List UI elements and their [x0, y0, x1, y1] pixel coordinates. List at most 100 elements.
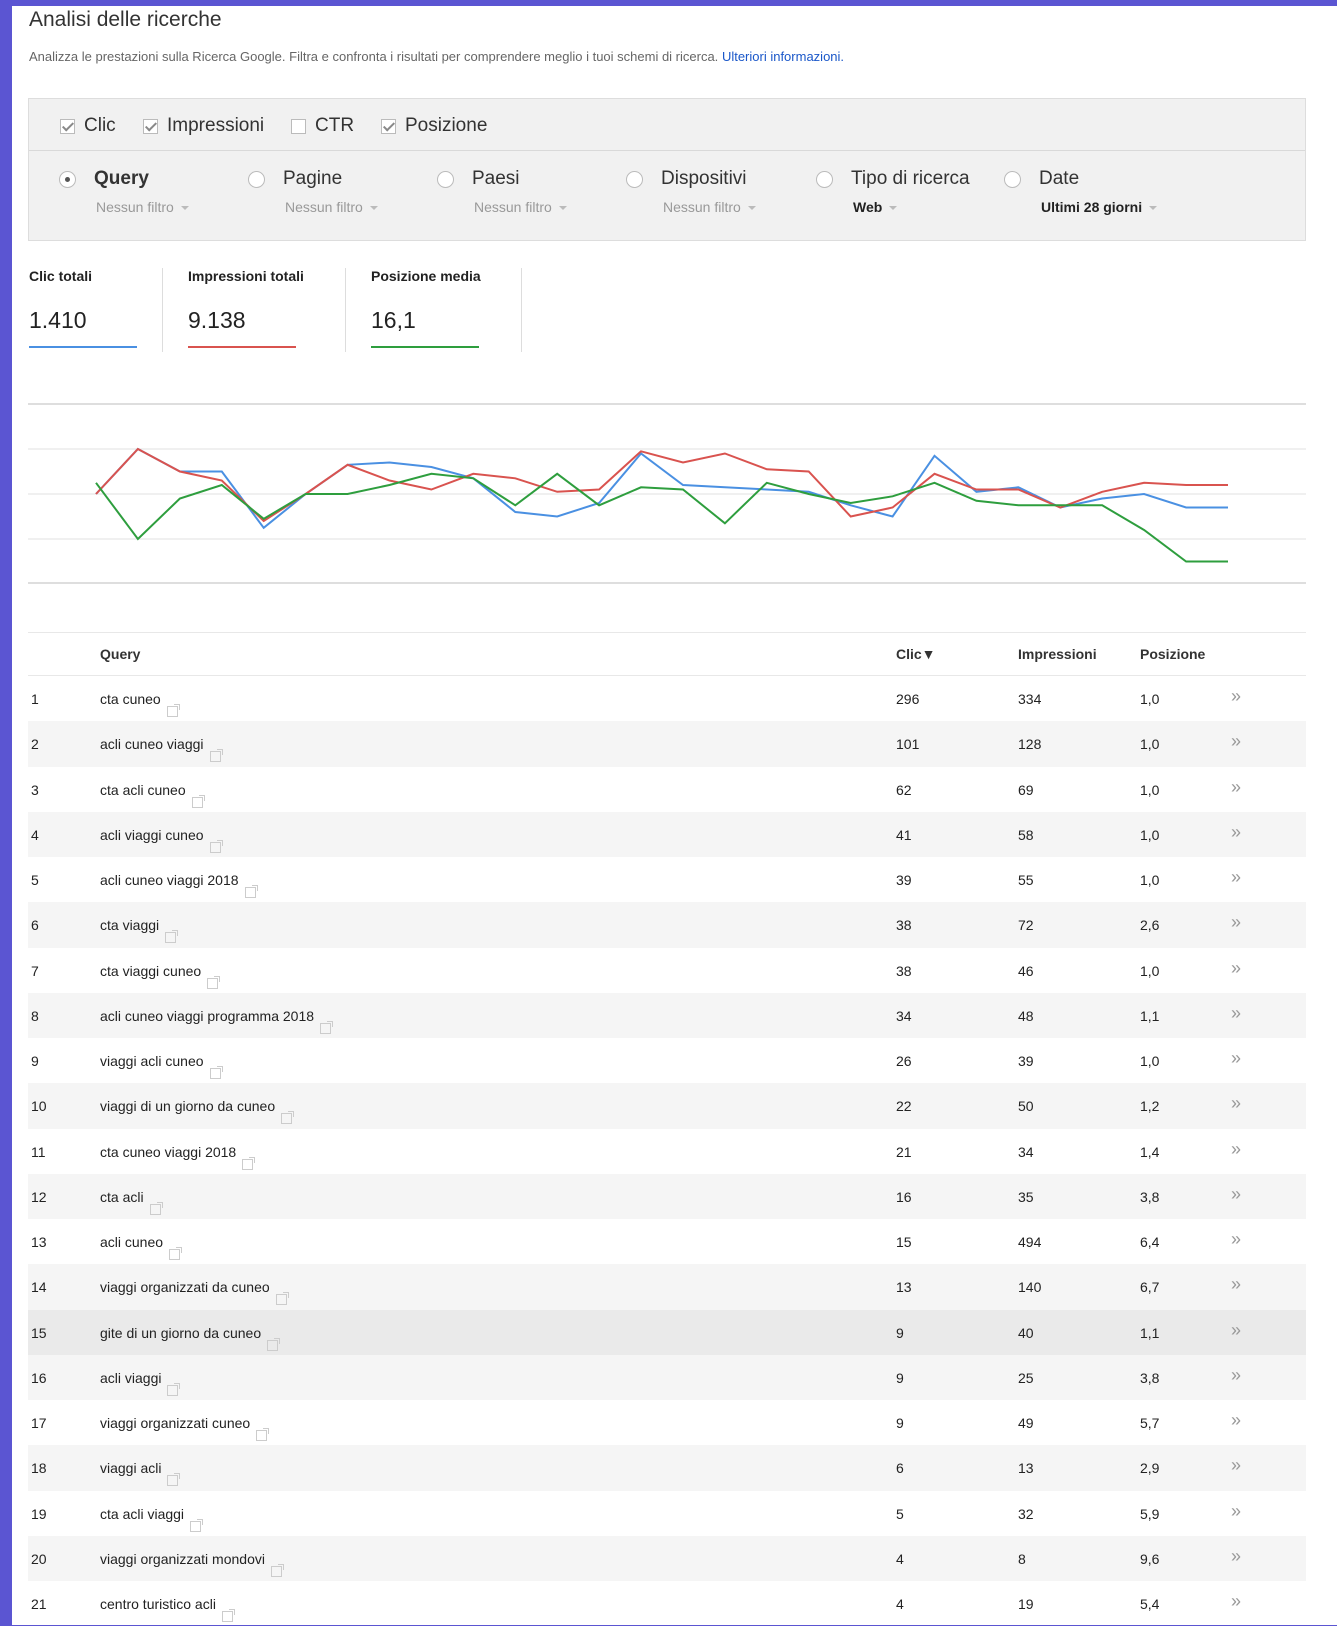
open-external-icon[interactable] — [221, 1609, 235, 1622]
header-impressions[interactable]: Impressioni — [1018, 646, 1097, 662]
table-row[interactable]: 16 acli viaggi 9 25 3,8 » — [28, 1354, 1306, 1400]
dimension-dates[interactable]: Date Ultimi 28 giorni — [1004, 168, 1158, 215]
double-chevron-right-icon[interactable]: » — [1231, 1455, 1241, 1476]
chart-series-line-1[interactable] — [95, 447, 1228, 523]
open-external-icon[interactable] — [320, 1020, 334, 1034]
double-chevron-right-icon[interactable]: » — [1231, 1501, 1241, 1522]
average-position-card[interactable]: Posizione media 16,1 — [371, 268, 481, 348]
double-chevron-right-icon[interactable]: » — [1231, 1365, 1241, 1386]
table-row[interactable]: 18 viaggi acli 6 13 2,9 » — [28, 1445, 1306, 1491]
table-row[interactable]: 8 acli cuneo viaggi programma 2018 34 48 1,1… — [28, 992, 1306, 1038]
radio-icon[interactable] — [626, 170, 643, 188]
impressions-cell: 58 — [1018, 826, 1034, 843]
open-external-icon[interactable] — [190, 1518, 204, 1532]
table-row[interactable]: 2 acli cuneo viaggi 101 128 1,0 » — [28, 721, 1306, 767]
table-row[interactable]: 4 acli viaggi cuneo 41 58 1,0 » — [28, 811, 1306, 857]
table-row[interactable]: 6 cta viaggi 38 72 2,6 » — [28, 902, 1306, 948]
table-row[interactable]: 19 cta acli viaggi 5 32 5,9 » — [28, 1491, 1306, 1536]
open-external-icon[interactable] — [267, 1337, 281, 1351]
open-external-icon[interactable] — [209, 749, 223, 763]
metric-ctr-checkbox[interactable]: CTR — [291, 115, 354, 137]
chart-series-line-2[interactable] — [95, 472, 1228, 563]
double-chevron-right-icon[interactable]: » — [1231, 822, 1241, 843]
dimension-search-type[interactable]: Tipo di ricerca Web — [816, 168, 970, 215]
open-external-icon[interactable] — [209, 839, 223, 853]
search-type-dropdown[interactable]: Web — [853, 199, 970, 215]
learn-more-link[interactable]: Ulteriori informazioni. — [722, 49, 844, 64]
table-row[interactable]: 1 cta cuneo 296 334 1,0 » — [28, 676, 1306, 721]
radio-icon[interactable] — [248, 170, 265, 188]
checkbox-icon — [381, 118, 396, 134]
table-row[interactable]: 11 cta cuneo viaggi 2018 21 34 1,4 » — [28, 1129, 1306, 1174]
double-chevron-right-icon[interactable]: » — [1231, 686, 1241, 707]
double-chevron-right-icon[interactable]: » — [1231, 1591, 1241, 1612]
table-row[interactable]: 14 viaggi organizzati da cuneo 13 140 6,7 » — [28, 1264, 1306, 1310]
table-row[interactable]: 7 cta viaggi cuneo 38 46 1,0 » — [28, 948, 1306, 993]
countries-filter-dropdown[interactable]: Nessun filtro — [474, 199, 567, 215]
devices-filter-dropdown[interactable]: Nessun filtro — [663, 199, 756, 215]
open-external-icon[interactable] — [149, 1201, 163, 1215]
open-external-icon[interactable] — [256, 1428, 270, 1441]
open-external-icon[interactable] — [166, 704, 180, 717]
open-external-icon[interactable] — [281, 1111, 295, 1125]
dimension-query[interactable]: Query Nessun filtro — [59, 168, 189, 215]
radio-icon[interactable] — [1004, 170, 1021, 188]
open-external-icon[interactable] — [167, 1473, 181, 1487]
double-chevron-right-icon[interactable]: » — [1231, 1410, 1241, 1431]
radio-icon[interactable] — [816, 170, 833, 188]
table-row[interactable]: 21 centro turistico acli 4 19 5,4 » — [28, 1581, 1306, 1626]
table-row[interactable]: 5 acli cuneo viaggi 2018 39 55 1,0 » — [28, 857, 1306, 902]
table-row[interactable]: 9 viaggi acli cuneo 26 39 1,0 » — [28, 1038, 1306, 1083]
double-chevron-right-icon[interactable]: » — [1231, 1093, 1241, 1114]
table-row[interactable]: 15 gite di un giorno da cuneo 9 40 1,1 » — [28, 1309, 1306, 1355]
double-chevron-right-icon[interactable]: » — [1231, 1320, 1241, 1341]
table-row[interactable]: 20 viaggi organizzati mondovi 4 8 9,6 » — [28, 1535, 1306, 1581]
double-chevron-right-icon[interactable]: » — [1231, 777, 1241, 798]
impressions-cell: 128 — [1018, 736, 1042, 753]
open-external-icon[interactable] — [191, 794, 205, 808]
open-external-icon[interactable] — [209, 1066, 223, 1079]
open-external-icon[interactable] — [169, 1247, 183, 1260]
metric-impressions-checkbox[interactable]: Impressioni — [143, 115, 264, 137]
double-chevron-right-icon[interactable]: » — [1231, 1229, 1241, 1250]
double-chevron-right-icon[interactable]: » — [1231, 1003, 1241, 1024]
double-chevron-right-icon[interactable]: » — [1231, 1048, 1241, 1069]
pages-filter-dropdown[interactable]: Nessun filtro — [285, 199, 378, 215]
total-impressions-card[interactable]: Impressioni totali 9.138 — [188, 268, 304, 348]
open-external-icon[interactable] — [242, 1156, 256, 1170]
radio-icon[interactable] — [437, 170, 454, 188]
date-range-dropdown[interactable]: Ultimi 28 giorni — [1041, 199, 1158, 215]
open-external-icon[interactable] — [167, 1382, 181, 1396]
double-chevron-right-icon[interactable]: » — [1231, 1184, 1241, 1205]
total-clicks-card[interactable]: Clic totali 1.410 — [29, 268, 137, 348]
header-query[interactable]: Query — [100, 646, 140, 662]
double-chevron-right-icon[interactable]: » — [1231, 1274, 1241, 1295]
table-row[interactable]: 10 viaggi di un giorno da cuneo 22 50 1,2 » — [28, 1083, 1306, 1129]
double-chevron-right-icon[interactable]: » — [1231, 958, 1241, 979]
radio-icon[interactable] — [59, 170, 76, 188]
metric-position-checkbox[interactable]: Posizione — [381, 115, 487, 137]
double-chevron-right-icon[interactable]: » — [1231, 1139, 1241, 1160]
table-row[interactable]: 12 cta acli 16 35 3,8 » — [28, 1173, 1306, 1219]
query-text: acli viaggi cuneo — [100, 826, 204, 843]
open-external-icon[interactable] — [275, 1292, 289, 1306]
open-external-icon[interactable] — [207, 975, 221, 989]
double-chevron-right-icon[interactable]: » — [1231, 1546, 1241, 1567]
table-row[interactable]: 3 cta acli cuneo 62 69 1,0 » — [28, 767, 1306, 812]
query-filter-dropdown[interactable]: Nessun filtro — [96, 199, 189, 215]
metric-clicks-checkbox[interactable]: Clic — [60, 115, 116, 137]
double-chevron-right-icon[interactable]: » — [1231, 731, 1241, 752]
table-row[interactable]: 17 viaggi organizzati cuneo 9 49 5,7 » — [28, 1400, 1306, 1445]
performance-line-chart[interactable] — [28, 386, 1306, 606]
table-row[interactable]: 13 acli cuneo 15 494 6,4 » — [28, 1219, 1306, 1264]
dimension-devices[interactable]: Dispositivi Nessun filtro — [626, 168, 756, 215]
open-external-icon[interactable] — [165, 930, 179, 944]
header-position[interactable]: Posizione — [1140, 646, 1205, 662]
header-clicks[interactable]: Clic▼ — [896, 646, 936, 662]
double-chevron-right-icon[interactable]: » — [1231, 912, 1241, 933]
double-chevron-right-icon[interactable]: » — [1231, 867, 1241, 888]
dimension-countries[interactable]: Paesi Nessun filtro — [437, 168, 567, 215]
open-external-icon[interactable] — [270, 1563, 284, 1577]
open-external-icon[interactable] — [244, 885, 258, 898]
dimension-pages[interactable]: Pagine Nessun filtro — [248, 168, 378, 215]
